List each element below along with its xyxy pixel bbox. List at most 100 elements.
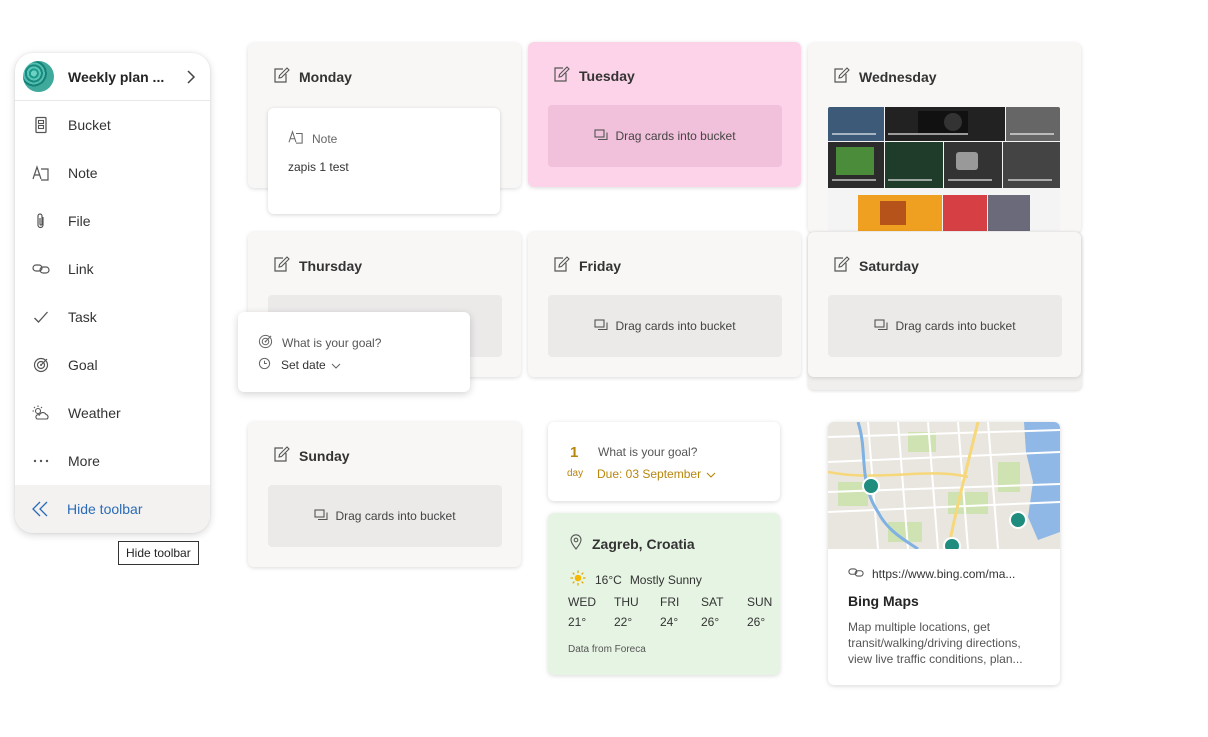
forecast-day-temp: 21°: [568, 615, 587, 629]
weather-forecast: WED 21° THU 22° FRI 24° SAT 26° SUN 26°: [568, 595, 793, 629]
target-icon: [32, 356, 50, 374]
drop-zone-label: Drag cards into bucket: [615, 319, 736, 333]
link-icon: [32, 260, 50, 278]
toolbar-item-label: Bucket: [68, 117, 111, 133]
link-card[interactable]: https://www.bing.com/ma... Bing Maps Map…: [828, 422, 1060, 685]
bucket-title: Thursday: [299, 257, 363, 274]
weather-icon: [32, 404, 50, 422]
bucket-header: Wednesday: [833, 67, 937, 86]
forecast-day: FRI 24°: [660, 595, 701, 629]
toolbar-item-label: Weather: [68, 405, 121, 421]
forecast-day-temp: 26°: [701, 615, 720, 629]
toolbar-item-label: Note: [68, 165, 98, 181]
hide-toolbar-button[interactable]: Hide toolbar: [15, 485, 210, 533]
bucket-monday[interactable]: Monday Note zapis 1 test: [248, 43, 521, 214]
drop-zone-label: Drag cards into bucket: [335, 509, 456, 523]
bucket-title: Saturday: [859, 257, 919, 274]
drop-zone[interactable]: Drag cards into bucket: [548, 295, 782, 357]
toolbar-item-link[interactable]: Link: [15, 245, 210, 293]
toolbar-item-note[interactable]: Note: [15, 149, 210, 197]
drop-zone-label: Drag cards into bucket: [615, 129, 736, 143]
edit-icon[interactable]: [273, 256, 290, 275]
forecast-day-name: SAT: [701, 595, 724, 609]
forecast-day-temp: 24°: [660, 615, 679, 629]
set-date-label: Set date: [281, 358, 326, 372]
due-date-button[interactable]: Due: 03 September: [597, 467, 716, 481]
drop-zone[interactable]: Drag cards into bucket: [268, 485, 502, 547]
toolbar-item-task[interactable]: Task: [15, 293, 210, 341]
weather-card[interactable]: Zagreb, Croatia 16°C Mostly Sunny WED 21°…: [548, 513, 780, 675]
toolbar-item-bucket[interactable]: Bucket: [15, 101, 210, 149]
goal-prompt[interactable]: What is your goal?: [598, 445, 697, 459]
news-screenshot-image[interactable]: [828, 107, 1060, 231]
edit-icon[interactable]: [273, 446, 290, 465]
goal-card[interactable]: 1 day What is your goal? Due: 03 Septemb…: [548, 422, 780, 501]
chevron-right-icon[interactable]: [182, 68, 200, 86]
toolbar-item-label: File: [68, 213, 91, 229]
due-date-label: Due: 03 September: [597, 467, 702, 481]
bucket-sunday[interactable]: Sunday Drag cards into bucket: [248, 422, 521, 567]
forecast-day: THU 22°: [614, 595, 660, 629]
link-url[interactable]: https://www.bing.com/ma...: [872, 567, 1015, 581]
cards-icon: [594, 318, 609, 334]
forecast-day-temp: 26°: [747, 615, 766, 629]
forecast-day-name: WED: [568, 595, 596, 609]
link-title[interactable]: Bing Maps: [848, 593, 919, 609]
toolbar-item-file[interactable]: File: [15, 197, 210, 245]
bucket-header: Thursday: [273, 256, 362, 275]
toolbar-item-label: More: [68, 453, 100, 469]
bucket-saturday[interactable]: Saturday Drag cards into bucket: [808, 232, 1081, 377]
toolbar-header[interactable]: Weekly plan ...: [15, 53, 210, 101]
bucket-header: Saturday: [833, 256, 919, 275]
link-url-row[interactable]: https://www.bing.com/ma...: [848, 567, 1015, 581]
toolbar-item-goal[interactable]: Goal: [15, 341, 210, 389]
bucket-title: Sunday: [299, 447, 350, 464]
toolbar-item-label: Task: [68, 309, 97, 325]
note-card-label: Note: [312, 131, 338, 146]
toolbar-item-more[interactable]: More: [15, 437, 210, 485]
edit-icon[interactable]: [833, 67, 850, 86]
hide-toolbar-label: Hide toolbar: [67, 501, 143, 517]
goal-day-count: 1: [570, 444, 579, 461]
clock-icon: [258, 357, 271, 373]
bucket-friday[interactable]: Friday Drag cards into bucket: [528, 232, 801, 377]
weather-location-row: Zagreb, Croatia: [570, 534, 695, 553]
toolbar: Weekly plan ... Bucket Note File Link Ta…: [15, 53, 210, 533]
goal-prompt-row: What is your goal?: [258, 334, 381, 352]
drop-zone[interactable]: Drag cards into bucket: [828, 295, 1062, 357]
weather-source: Data from Foreca: [568, 644, 646, 655]
bucket-header: Monday: [273, 67, 352, 86]
bucket-tuesday[interactable]: Tuesday Drag cards into bucket: [528, 42, 801, 187]
toolbar-item-weather[interactable]: Weather: [15, 389, 210, 437]
bucket-title: Tuesday: [579, 67, 635, 84]
bucket-title: Monday: [299, 68, 352, 85]
cards-icon: [314, 508, 329, 524]
cards-icon: [594, 128, 609, 144]
weather-location: Zagreb, Croatia: [592, 535, 695, 552]
target-icon: [258, 334, 273, 352]
weather-temp: 16°C: [595, 572, 622, 587]
goal-prompt[interactable]: What is your goal?: [282, 336, 381, 350]
forecast-day: SAT 26°: [701, 595, 747, 629]
goal-card-dragging[interactable]: What is your goal? Set date: [238, 312, 470, 392]
edit-icon[interactable]: [553, 66, 570, 85]
map-preview-image: [828, 422, 1060, 555]
forecast-day-temp: 22°: [614, 615, 633, 629]
bucket-header: Friday: [553, 256, 621, 275]
note-card[interactable]: Note zapis 1 test: [268, 108, 500, 214]
bucket-wednesday[interactable]: Wednesday: [808, 43, 1081, 233]
goal-day-unit: day: [567, 468, 584, 479]
forecast-day-name: THU: [614, 595, 639, 609]
board-avatar: [23, 61, 54, 92]
edit-icon[interactable]: [553, 256, 570, 275]
tooltip: Hide toolbar: [118, 541, 199, 565]
board-title: Weekly plan ...: [68, 68, 165, 85]
bucket-title: Friday: [579, 257, 622, 274]
cards-icon: [874, 318, 889, 334]
edit-icon[interactable]: [273, 67, 290, 86]
drop-zone[interactable]: Drag cards into bucket: [548, 105, 782, 167]
edit-icon[interactable]: [833, 256, 850, 275]
bucket-title: Wednesday: [859, 68, 937, 85]
set-date-button[interactable]: Set date: [258, 357, 341, 373]
forecast-day-name: FRI: [660, 595, 680, 609]
